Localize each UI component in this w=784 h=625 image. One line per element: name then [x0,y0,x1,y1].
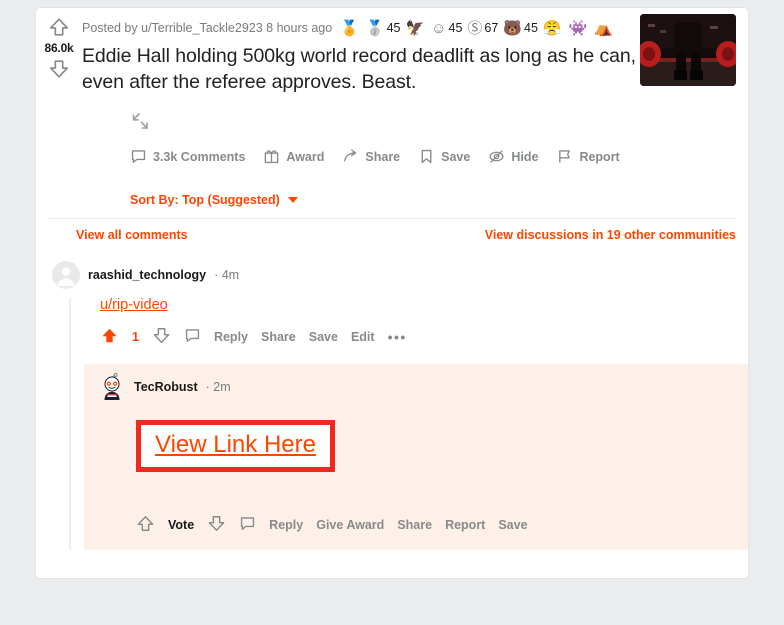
byline-prefix: Posted by [82,21,138,35]
comment-thread: raashid_technology · 4m u/rip-video 1 Re… [36,261,748,550]
award-badge[interactable]: ⛺ [594,21,615,36]
post-card: 86.0k Posted by u/Terrible_Tackle2923 8 … [36,8,748,578]
comment-score: 1 [132,330,139,344]
upvote-arrow-icon[interactable] [48,16,70,38]
nested-comment-author[interactable]: TecRobust [134,380,198,394]
downvote-arrow-icon[interactable] [152,326,171,348]
upvote-arrow-filled-icon[interactable] [100,326,119,348]
post-vote-rail: 86.0k [36,16,82,80]
post-share-button[interactable]: Share [342,148,400,165]
default-snoo-avatar[interactable] [52,261,80,289]
nested-report-button[interactable]: Report [445,518,485,532]
ternion-award-icon: 🦅 [405,19,425,37]
award-badge[interactable]: ☺ 45 [431,21,462,36]
nested-comment-body: View Link Here [136,420,748,472]
tent-award-icon: ⛺ [594,19,613,37]
post-report-button[interactable]: Report [556,148,620,165]
post-comments-label: 3.3k Comments [153,149,246,164]
post-byline: Posted by u/Terrible_Tackle2923 8 hours … [82,18,736,38]
comment-header: raashid_technology · 4m [52,261,748,289]
nested-comment-header: TecRobust · 2m [98,373,748,401]
post-author[interactable]: u/Terrible_Tackle2923 [141,21,263,35]
nested-comment-action-bar: Vote Reply Give Award Share Report Save [136,514,748,536]
downvote-arrow-icon[interactable] [207,514,226,536]
comment-reply-button[interactable]: Reply [214,330,248,344]
gold-award-icon: 🏅 [340,19,359,37]
comment-share-button[interactable]: Share [261,330,296,344]
post-hide-label: Hide [511,149,539,164]
award-badge[interactable]: 🏅 [340,21,361,36]
snoo-award-icon: 👾 [568,19,588,37]
comment-bubble-icon[interactable] [239,515,256,535]
post-save-label: Save [441,149,471,164]
post-action-bar: 3.3k Comments Award Share Save Hide Repo… [130,148,736,165]
post-score: 86.0k [44,41,74,55]
downvote-arrow-icon[interactable] [48,58,70,80]
post-save-button[interactable]: Save [418,148,470,165]
post-award-label: Award [286,149,325,164]
comment-edit-button[interactable]: Edit [351,330,375,344]
award-badge[interactable]: 😤 [543,21,564,36]
highlight-annotation-box: View Link Here [136,420,335,472]
nested-save-button[interactable]: Save [498,518,527,532]
post-report-label: Report [579,149,620,164]
post-title[interactable]: Eddie Hall holding 500kg world record de… [82,43,642,95]
table-flip-award-icon: 😤 [542,19,562,37]
card-footer-space [36,550,748,578]
expand-collapse-icon[interactable] [130,111,736,134]
sort-by-label: Sort By: Top (Suggested) [130,193,280,207]
nested-vote-label[interactable]: Vote [168,518,194,532]
wholesome-award-icon: ☺ [431,19,447,37]
award-badge[interactable]: 🥈 45 [366,21,401,36]
post-thumbnail[interactable] [640,14,736,86]
award-badge[interactable]: 🦅 [405,21,426,36]
more-options-icon[interactable]: ••• [388,329,407,345]
comment-user-link[interactable]: u/rip-video [100,297,168,313]
post-content: Posted by u/Terrible_Tackle2923 8 hours … [82,8,748,207]
nested-comment-age: · 2m [205,380,231,394]
view-link-here-link[interactable]: View Link Here [155,431,316,458]
nested-comment: TecRobust · 2m View Link Here Vote Reply… [84,364,748,550]
thread-collapse-line[interactable] [69,298,71,550]
tecrobust-snoo-avatar[interactable] [98,373,126,401]
post-age: 8 hours ago [266,21,333,35]
award-badge[interactable]: 👾 [569,21,590,36]
post-share-label: Share [365,149,401,164]
post-award-button[interactable]: Award [263,148,324,165]
sort-by-dropdown[interactable]: Sort By: Top (Suggested) [130,193,736,207]
award-badge[interactable]: Ⓢ 67 [467,21,498,36]
comment-bubble-icon[interactable] [184,327,201,347]
post-comments-button[interactable]: 3.3k Comments [130,148,245,165]
silver-s-award-icon: Ⓢ [467,19,483,37]
nested-give-award-button[interactable]: Give Award [316,518,384,532]
comment-links-row: View all comments View discussions in 19… [36,219,748,242]
other-communities-link[interactable]: View discussions in 19 other communities [485,228,736,242]
chevron-down-icon [287,197,298,203]
upvote-arrow-icon[interactable] [136,514,155,536]
comment-body: u/rip-video [100,296,748,313]
nested-reply-button[interactable]: Reply [269,518,303,532]
post-awards: 🏅 🥈 45 🦅 ☺ 45 Ⓢ 67 🐻 45 😤 👾 ⛺ [340,21,618,36]
comment-author[interactable]: raashid_technology [88,268,206,282]
view-all-comments-link[interactable]: View all comments [76,228,188,242]
nested-share-button[interactable]: Share [397,518,432,532]
silver-award-icon: 🥈 [365,19,385,37]
comment-action-bar: 1 Reply Share Save Edit ••• [100,326,748,348]
comment-age: · 4m [214,268,240,282]
award-badge[interactable]: 🐻 45 [503,21,538,36]
comment-save-button[interactable]: Save [309,330,338,344]
post-hide-button[interactable]: Hide [488,148,538,165]
bear-award-icon: 🐻 [503,19,523,37]
